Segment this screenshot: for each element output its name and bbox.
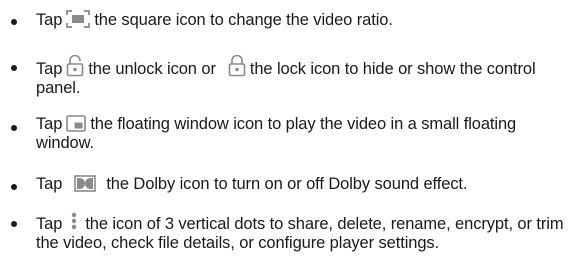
list-item-text: Tap the floating window icon to play the…: [36, 115, 566, 153]
dolby-icon: [74, 175, 97, 192]
bullet-dot: [11, 221, 17, 227]
tap-word: Tap: [36, 175, 63, 193]
bullet-text-a: the unlock icon or: [88, 60, 216, 78]
tap-word: Tap: [36, 115, 63, 133]
bullet-dot: [11, 19, 17, 25]
bullet-text: the icon of 3 vertical dots to share, de…: [36, 215, 564, 252]
bullet-dot: [11, 65, 17, 71]
list-item-text: Tap the unlock icon or the lock icon to …: [36, 55, 566, 98]
bullet-dot: [11, 125, 17, 131]
bullet-text: the Dolby icon to turn on or off Dolby s…: [106, 175, 468, 193]
lock-icon: [228, 55, 246, 77]
list-item-text: Tap the icon of 3 vertical dots to share…: [36, 212, 566, 253]
document-page: Tap the square icon to change the video …: [0, 0, 571, 272]
tap-word: Tap: [36, 11, 63, 29]
list-item-text: Tap the Dolby icon to turn on or off Dol…: [36, 175, 566, 194]
bullet-text: the square icon to change the video rati…: [94, 11, 393, 29]
bullet-text: the floating window icon to play the vid…: [36, 115, 517, 152]
square-ratio-icon: [66, 10, 91, 28]
tap-word: Tap: [36, 215, 63, 233]
bullet-dot: [11, 184, 17, 190]
floating-window-icon: [66, 115, 87, 132]
three-vertical-dots-icon: [71, 212, 77, 230]
unlock-icon: [66, 55, 84, 77]
tap-word: Tap: [36, 60, 63, 78]
list-item-text: Tap the square icon to change the video …: [36, 10, 566, 30]
